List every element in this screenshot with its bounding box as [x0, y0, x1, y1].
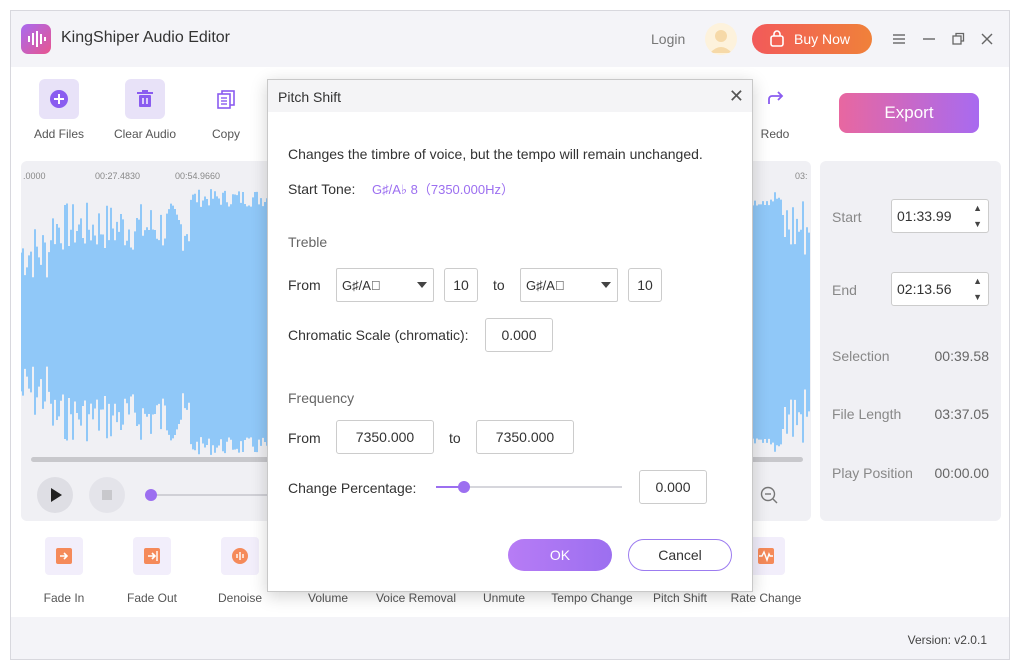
- frequency-to-label: to: [449, 430, 461, 446]
- change-percentage-input[interactable]: 0.000: [639, 470, 707, 504]
- treble-to-note-select[interactable]: G♯/A : [520, 268, 618, 302]
- decrement-icon[interactable]: ▼: [973, 292, 982, 302]
- frequency-to-input[interactable]: 7350.000: [476, 420, 574, 454]
- treble-to-note-value: G♯/A : [526, 278, 565, 293]
- fade-out-tool[interactable]: Fade Out: [107, 537, 197, 605]
- login-link[interactable]: Login: [651, 31, 685, 47]
- fade-in-tool[interactable]: Fade In: [19, 537, 109, 605]
- treble-from-label: From: [288, 277, 321, 293]
- voice-removal-label: Voice Removal: [375, 591, 457, 605]
- play-button[interactable]: [37, 477, 73, 513]
- redo-label: Redo: [760, 127, 790, 141]
- selection-info-panel: Start 01:33.99 ▲ ▼ End 02:13.56 ▲ ▼ Sele…: [820, 161, 1001, 521]
- tempo-change-label: Tempo Change: [551, 591, 633, 605]
- clear-audio-label: Clear Audio: [113, 127, 177, 141]
- frequency-section-label: Frequency: [288, 390, 355, 406]
- app-logo-icon: [21, 24, 51, 54]
- treble-section-label: Treble: [288, 234, 328, 250]
- add-icon: [39, 79, 79, 119]
- buy-now-label: Buy Now: [794, 31, 851, 47]
- copy-icon: [206, 79, 246, 119]
- export-button[interactable]: Export: [839, 93, 979, 133]
- increment-icon[interactable]: ▲: [973, 203, 982, 213]
- cancel-button[interactable]: Cancel: [628, 539, 732, 571]
- chromatic-scale-input[interactable]: 0.000: [485, 318, 553, 352]
- end-label: End: [832, 282, 857, 298]
- change-percentage-slider[interactable]: [436, 481, 622, 493]
- change-percentage-label: Change Percentage:: [288, 480, 417, 496]
- treble-to-label: to: [493, 277, 505, 293]
- ok-button[interactable]: OK: [508, 539, 612, 571]
- version-text: Version: v2.0.1: [907, 633, 987, 647]
- fade-in-icon: [45, 537, 83, 575]
- minimize-icon[interactable]: [919, 29, 939, 49]
- timeline-tick: .0000: [23, 171, 46, 181]
- redo-icon: [755, 79, 795, 119]
- start-tone-label: Start Tone:: [288, 181, 356, 197]
- treble-from-octave-input[interactable]: 10: [444, 268, 478, 302]
- dialog-title: Pitch Shift: [278, 89, 342, 105]
- timeline-tick: 00:54.9660: [175, 171, 221, 181]
- avatar[interactable]: [705, 23, 737, 55]
- unmute-label: Unmute: [482, 591, 526, 605]
- add-files-label: Add Files: [33, 127, 85, 141]
- pitch-shift-label: Pitch Shift: [652, 591, 708, 605]
- close-icon[interactable]: [977, 29, 997, 49]
- decrement-icon[interactable]: ▼: [973, 219, 982, 229]
- chevron-down-icon: [601, 282, 611, 288]
- app-title: KingShiper Audio Editor: [61, 29, 230, 46]
- play-position-label: Play Position: [832, 465, 913, 481]
- add-files-button[interactable]: Add Files: [19, 79, 99, 141]
- copy-label: Copy: [211, 127, 240, 141]
- timeline-tick: 03:: [795, 171, 808, 181]
- denoise-icon: [221, 537, 259, 575]
- playback-track[interactable]: [147, 494, 277, 496]
- file-length-value: 03:37.05: [934, 406, 990, 422]
- treble-to-octave-input[interactable]: 10: [628, 268, 662, 302]
- zoom-out-icon[interactable]: [759, 485, 779, 505]
- playback-handle[interactable]: [145, 489, 157, 501]
- dialog-header: Pitch Shift ✕: [268, 80, 752, 112]
- trash-icon: [125, 79, 165, 119]
- file-length-label: File Length: [832, 406, 902, 422]
- stop-icon: [102, 490, 112, 500]
- end-time-input[interactable]: 02:13.56 ▲ ▼: [891, 272, 989, 306]
- timeline-tick: 00:27.4830: [95, 171, 141, 181]
- chromatic-scale-label: Chromatic Scale (chromatic):: [288, 327, 469, 343]
- end-time-value: 02:13.56: [897, 281, 952, 297]
- rate-change-label: Rate Change: [730, 591, 802, 605]
- copy-button[interactable]: Copy: [186, 79, 266, 141]
- chevron-down-icon: [417, 282, 427, 288]
- increment-icon[interactable]: ▲: [973, 276, 982, 286]
- stop-button[interactable]: [89, 477, 125, 513]
- treble-from-note-select[interactable]: G♯/A : [336, 268, 434, 302]
- start-tone-value: G♯/A♭ 8（7350.000Hz）: [372, 182, 514, 197]
- cart-icon: [770, 30, 784, 47]
- play-position-value: 00:00.00: [934, 465, 990, 481]
- start-time-value: 01:33.99: [897, 208, 952, 224]
- menu-icon[interactable]: [889, 29, 909, 49]
- play-icon: [51, 488, 62, 502]
- fade-out-icon: [133, 537, 171, 575]
- pitch-shift-dialog: Pitch Shift ✕ Changes the timbre of voic…: [267, 79, 753, 592]
- start-time-input[interactable]: 01:33.99 ▲ ▼: [891, 199, 989, 233]
- selection-value: 00:39.58: [934, 348, 990, 364]
- restore-icon[interactable]: [948, 29, 968, 49]
- buy-now-button[interactable]: Buy Now: [752, 24, 872, 54]
- fade-in-label: Fade In: [43, 591, 85, 605]
- slider-handle[interactable]: [458, 481, 470, 493]
- status-bar: Version: v2.0.1: [11, 617, 1009, 659]
- dialog-close-icon[interactable]: ✕: [729, 87, 744, 105]
- dialog-description: Changes the timbre of voice, but the tem…: [288, 146, 703, 162]
- clear-audio-button[interactable]: Clear Audio: [105, 79, 185, 141]
- title-bar: KingShiper Audio Editor Login Buy Now: [11, 11, 1009, 67]
- denoise-label: Denoise: [217, 591, 263, 605]
- volume-label: Volume: [307, 591, 349, 605]
- selection-label: Selection: [832, 348, 890, 364]
- frequency-from-label: From: [288, 430, 321, 446]
- start-label: Start: [832, 209, 862, 225]
- fade-out-label: Fade Out: [126, 591, 178, 605]
- frequency-from-input[interactable]: 7350.000: [336, 420, 434, 454]
- treble-from-note-value: G♯/A : [342, 278, 381, 293]
